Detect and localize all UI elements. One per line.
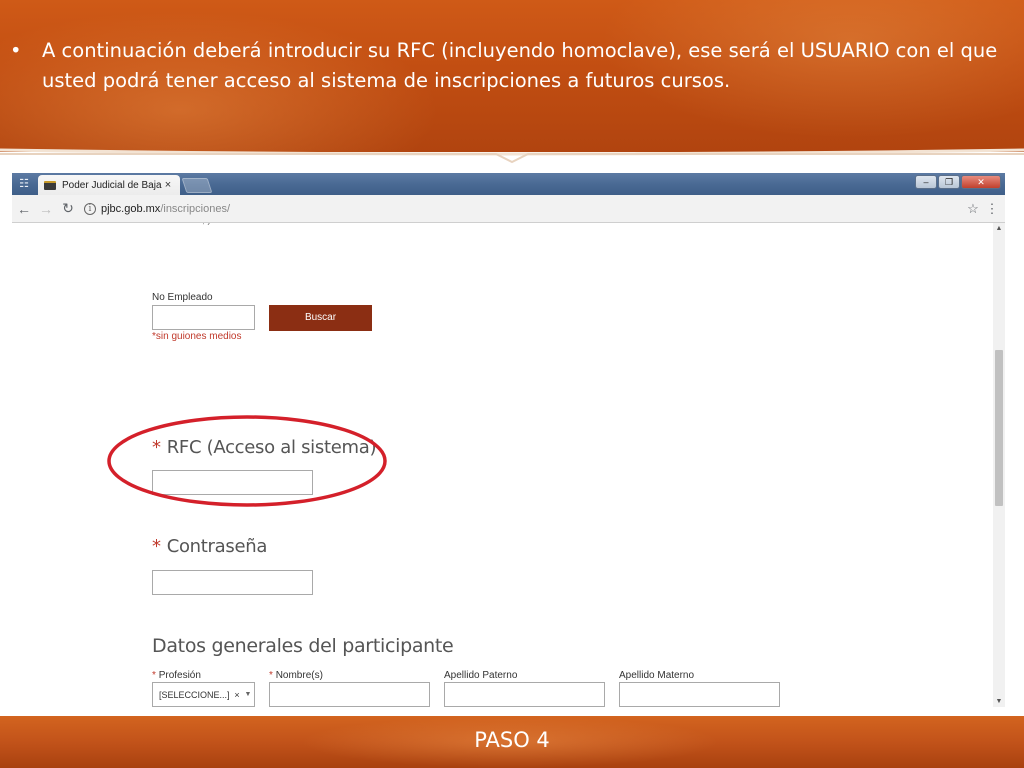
apellido-materno-label: Apellido Materno <box>619 670 695 681</box>
password-label-text: Contraseña <box>166 536 268 557</box>
search-button[interactable]: Buscar <box>269 305 372 331</box>
url-domain: pjbc.gob.mx <box>101 202 161 215</box>
tab-title: Poder Judicial de Baja Ca <box>62 179 162 191</box>
vertical-scrollbar[interactable]: ▲ ▼ <box>993 223 1005 707</box>
employee-number-label: No Empleado <box>152 292 213 303</box>
browser-toolbar: ← → ↻ i pjbc.gob.mx/inscripciones/ ☆ ⋮ <box>12 195 1005 223</box>
site-favicon-icon <box>44 180 56 190</box>
reload-icon[interactable]: ↻ <box>58 200 78 217</box>
back-arrow-icon[interactable]: ← <box>14 201 34 217</box>
nombre-input[interactable] <box>269 682 430 707</box>
address-bar[interactable]: i pjbc.gob.mx/inscripciones/ <box>84 198 963 220</box>
slide-header: • A continuación deberá introducir su RF… <box>0 0 1024 152</box>
required-mark: * <box>269 670 273 681</box>
password-input[interactable] <box>152 570 313 595</box>
required-mark: * <box>152 670 156 681</box>
kebab-menu-icon[interactable]: ⋮ <box>983 201 1001 217</box>
clear-selection-icon[interactable]: × <box>232 690 242 700</box>
profesion-label-text: Profesión <box>158 670 201 681</box>
employee-number-input[interactable] <box>152 305 255 330</box>
browser-tab[interactable]: Poder Judicial de Baja Ca × <box>38 175 180 195</box>
apellido-materno-input[interactable] <box>619 682 780 707</box>
tab-close-icon[interactable]: × <box>162 179 174 191</box>
highlight-ellipse <box>107 415 387 507</box>
nombre-label: * Nombre(s) <box>269 670 323 681</box>
clipped-text-fragment: , ) <box>202 223 222 226</box>
scroll-up-arrow-icon[interactable]: ▲ <box>993 225 1005 232</box>
url-path: /inscripciones/ <box>160 202 231 215</box>
bullet-marker: • <box>10 39 22 62</box>
apellido-paterno-label: Apellido Paterno <box>444 670 518 681</box>
bookmark-star-icon[interactable]: ☆ <box>963 201 983 217</box>
password-label: * Contraseña <box>152 536 267 557</box>
site-info-icon[interactable]: i <box>84 202 96 215</box>
profesion-select[interactable]: [SELECCIONE...] × ▼ <box>152 682 255 707</box>
header-bullet-text: • A continuación deberá introducir su RF… <box>10 36 1014 96</box>
section-title: Datos generales del participante <box>152 635 454 657</box>
browser-titlebar: ☷ Poder Judicial de Baja Ca × – ❐ ✕ <box>12 173 1005 195</box>
nombre-label-text: Nombre(s) <box>275 670 323 681</box>
step-label: PASO 4 <box>474 728 550 752</box>
slide-footer: PASO 4 <box>0 716 1024 768</box>
browser-window: ☷ Poder Judicial de Baja Ca × – ❐ ✕ ← → … <box>12 173 1005 707</box>
maximize-button[interactable]: ❐ <box>938 175 960 189</box>
window-controls: – ❐ ✕ <box>914 175 1001 189</box>
page-viewport: , ) No Empleado Buscar *sin guiones medi… <box>12 223 1005 707</box>
dropdown-arrow-icon: ▼ <box>244 691 252 698</box>
forward-arrow-icon[interactable]: → <box>36 201 56 217</box>
window-app-icon: ☷ <box>19 178 29 190</box>
apellido-paterno-input[interactable] <box>444 682 605 707</box>
required-mark: * <box>152 536 161 557</box>
instruction-text: A continuación deberá introducir su RFC … <box>42 39 998 92</box>
window-close-button[interactable]: ✕ <box>961 175 1001 189</box>
scroll-down-arrow-icon[interactable]: ▼ <box>993 698 1005 705</box>
scrollbar-thumb[interactable] <box>995 350 1003 506</box>
profesion-selected-value: [SELECCIONE...] <box>159 689 230 700</box>
profesion-label: * Profesión <box>152 670 201 681</box>
input-hint: *sin guiones medios <box>152 331 242 342</box>
new-tab-button[interactable] <box>181 178 213 193</box>
minimize-button[interactable]: – <box>915 175 937 189</box>
header-divider <box>0 148 1024 164</box>
